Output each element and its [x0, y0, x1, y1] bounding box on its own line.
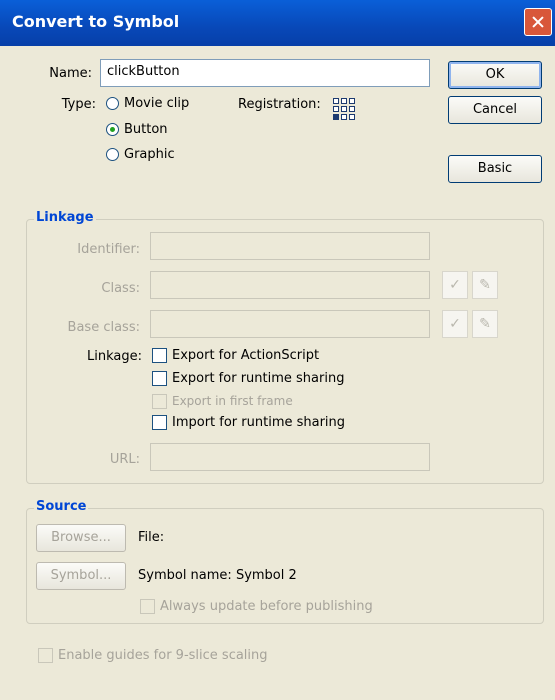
type-radio-button[interactable]: [106, 123, 119, 136]
base-class-label: Base class:: [67, 320, 140, 335]
class-label: Class:: [101, 281, 140, 296]
export-runtime-sharing-checkbox[interactable]: [152, 371, 167, 386]
check-icon[interactable]: ✓: [442, 271, 468, 299]
url-input[interactable]: [150, 443, 430, 471]
pencil-icon[interactable]: ✎: [472, 310, 498, 338]
identifier-input[interactable]: [150, 232, 430, 260]
always-update-checkbox[interactable]: [140, 599, 155, 614]
name-label: Name:: [49, 66, 92, 81]
import-runtime-sharing-checkbox[interactable]: [152, 415, 167, 430]
type-label: Type:: [61, 97, 96, 112]
check-icon[interactable]: ✓: [442, 310, 468, 338]
type-radio-graphic[interactable]: [106, 148, 119, 161]
type-option-button: Button: [124, 122, 168, 137]
basic-button[interactable]: Basic: [448, 155, 542, 183]
linkage-label: Linkage:: [87, 349, 142, 364]
type-option-movie-clip: Movie clip: [124, 96, 190, 111]
class-input[interactable]: [150, 271, 430, 299]
symbol-name-text: Symbol name: Symbol 2: [138, 568, 297, 583]
pencil-icon[interactable]: ✎: [472, 271, 498, 299]
ok-button[interactable]: OK: [448, 61, 542, 89]
url-label: URL:: [109, 452, 140, 467]
source-legend: Source: [34, 499, 89, 514]
file-label: File:: [138, 530, 165, 545]
export-actionscript-label: Export for ActionScript: [172, 348, 320, 363]
nine-slice-label: Enable guides for 9-slice scaling: [58, 648, 268, 663]
identifier-label: Identifier:: [77, 242, 140, 257]
registration-grid-icon[interactable]: [333, 98, 355, 120]
import-runtime-sharing-label: Import for runtime sharing: [172, 415, 346, 430]
base-class-input[interactable]: [150, 310, 430, 338]
name-input[interactable]: clickButton: [100, 59, 430, 87]
registration-label: Registration:: [238, 97, 321, 112]
always-update-label: Always update before publishing: [160, 599, 373, 614]
export-first-frame-label: Export in first frame: [172, 394, 293, 408]
export-runtime-sharing-label: Export for runtime sharing: [172, 371, 345, 386]
nine-slice-checkbox[interactable]: [38, 648, 53, 663]
cancel-button[interactable]: Cancel: [448, 96, 542, 124]
symbol-button[interactable]: Symbol...: [36, 562, 126, 590]
close-icon[interactable]: [524, 8, 552, 36]
type-option-graphic: Graphic: [124, 147, 175, 162]
linkage-legend: Linkage: [34, 210, 96, 225]
type-radio-movie-clip[interactable]: [106, 97, 119, 110]
browse-button[interactable]: Browse...: [36, 524, 126, 552]
export-actionscript-checkbox[interactable]: [152, 348, 167, 363]
window-title: Convert to Symbol: [12, 12, 180, 31]
export-first-frame-checkbox[interactable]: [152, 394, 167, 409]
